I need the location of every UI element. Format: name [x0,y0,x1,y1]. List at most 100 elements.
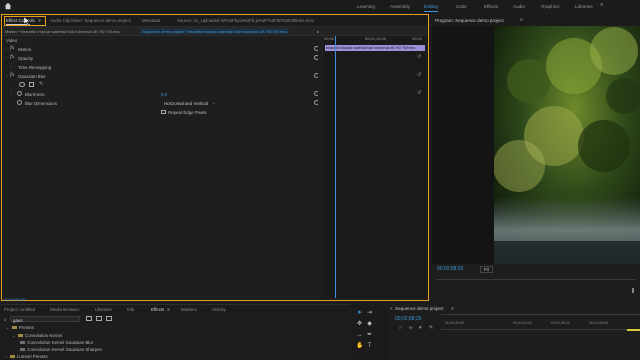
hand-tool-icon[interactable]: ✋ [356,343,363,350]
pen-mask-icon[interactable]: ✎ [39,81,43,87]
chevron-down-icon[interactable]: ⌄ [212,100,215,105]
tab-audio-clip-mixer[interactable]: Audio Clip Mixer: Sequence demo project [50,18,131,23]
tab-markers[interactable]: Markers [181,307,197,312]
effect-row-gaussian-blur[interactable]: ⌄ fx Gaussian Blur [2,72,322,80]
tab-metadata[interactable]: Metadata [142,18,160,23]
home-icon[interactable] [4,2,12,10]
ripple-edit-tool-icon[interactable]: ✥ [356,321,363,328]
master-clip-label[interactable]: Master * beautiful tropical waterfall ba… [5,29,120,34]
tab-history[interactable]: History [212,307,226,312]
tab-effects[interactable]: Effects [151,307,164,312]
fx-icon[interactable]: fx [10,55,14,60]
slip-tool-icon[interactable]: ↔ [356,332,363,339]
effect-timeline-ruler[interactable]: 00;00 00;01;12;00 00;03 [323,36,427,44]
track-select-tool-icon[interactable]: ⇥ [366,310,373,317]
work-area-bar[interactable] [627,329,640,331]
twirl-open-icon[interactable]: ⌄ [12,333,15,338]
program-monitor-title[interactable]: Program: Sequence demo project [435,18,504,23]
close-icon[interactable]: × [390,306,393,311]
workspace-tab-color[interactable]: Color [456,4,467,9]
reset-icon[interactable] [314,73,319,78]
razor-tool-icon[interactable]: ◆ [366,321,373,328]
effect-row-motion[interactable]: › fx Motion [2,45,322,53]
tab-effect-controls[interactable]: Effect Controls [6,18,35,23]
tab-media-browser[interactable]: Media Browser [50,307,79,312]
sequence-timecode[interactable]: 00;02;58;25 [395,316,421,322]
32bit-effects-icon[interactable] [96,316,102,321]
tree-item-presets[interactable]: ⌄ Presets [6,325,206,331]
type-tool-icon[interactable]: T [366,343,373,350]
workspace-tab-graphics[interactable]: Graphics [541,4,559,9]
twirl-icon[interactable]: › [6,354,7,359]
twirl-icon[interactable]: › [5,46,7,51]
add-marker-icon[interactable]: ▾ [419,325,422,331]
yuv-effects-icon[interactable] [106,316,112,321]
snap-icon[interactable]: ∩ [399,325,403,331]
reset-icon[interactable] [314,55,319,60]
rectangle-mask-icon[interactable] [29,82,34,87]
reset-icon[interactable] [314,91,319,96]
program-scrubber[interactable] [436,279,636,280]
sequence-tab[interactable]: Sequence demo project [395,306,444,311]
selection-tool-icon[interactable]: ➤ [356,310,363,317]
sequence-scroll-track[interactable] [441,314,640,315]
workspace-tab-editing[interactable]: Editing [424,4,438,9]
ruler-tick-label: 00;02;08;04 [589,321,608,325]
linked-selection-icon[interactable]: ∞ [409,325,413,331]
blurriness-value[interactable]: 0.0 [161,92,167,97]
reset-icon[interactable]: ↺ [417,72,421,78]
expand-arrow-icon[interactable]: ▸ [317,29,319,34]
repeat-edge-checkbox[interactable] [161,109,166,114]
twirl-icon[interactable]: › [5,55,7,60]
workspaces-overflow-button[interactable]: » [600,2,603,8]
reset-icon[interactable]: ↺ [417,90,421,96]
effect-row-opacity[interactable]: › fx Opacity [2,54,322,62]
ellipse-mask-icon[interactable] [19,82,25,87]
clip-bar[interactable]: beautiful tropical waterfall bali indone… [325,45,425,51]
tab-menu-icon[interactable]: ≡ [38,18,41,23]
accelerated-effects-icon[interactable] [86,316,92,321]
panel-menu-icon[interactable]: ≡ [451,306,454,312]
tab-info[interactable]: Info [127,307,134,312]
stopwatch-icon[interactable] [17,100,22,105]
pen-tool-icon[interactable]: ✒ [366,332,373,339]
twirl-icon[interactable]: › [10,64,12,69]
sequence-clip-label[interactable]: Sequence demo project * beautiful tropic… [140,28,290,34]
workspace-tab-effects[interactable]: Effects [484,4,498,9]
program-scroll-handle[interactable] [632,288,634,293]
tab-menu-icon[interactable]: ≡ [167,307,170,312]
effects-search-input[interactable]: gaus [10,316,80,323]
fx-icon[interactable]: fx [10,46,14,51]
twirl-icon[interactable]: › [10,91,12,96]
tab-libraries[interactable]: Libraries [95,307,112,312]
tree-item-gaussian-sharpen-preset[interactable]: Convolution Kernel Gaussian Sharpen [20,347,220,353]
stopwatch-icon[interactable] [17,91,22,96]
workspace-tab-audio[interactable]: Audio [513,4,525,9]
workspace-tab-libraries[interactable]: Libraries [575,4,593,9]
zoom-fit-select[interactable]: Fit [480,266,493,273]
reset-icon[interactable]: ↺ [417,54,421,60]
workspace-tab-assembly[interactable]: Assembly [390,4,410,9]
panel-menu-icon[interactable]: ≡ [520,17,523,23]
reset-icon[interactable] [314,46,319,51]
param-row-blurriness: › Blurriness 0.0 [2,90,322,98]
tree-item-gaussian-blur-preset[interactable]: Convolution Kernel Gaussian Blur [20,340,220,346]
twirl-open-icon[interactable]: ⌄ [5,73,9,79]
mouse-cursor-icon [24,17,30,25]
twirl-open-icon[interactable]: ⌄ [6,325,9,330]
effect-row-time-remapping[interactable]: › Time Remapping [2,63,322,71]
wrench-icon[interactable]: ✎ [429,325,433,331]
fx-icon[interactable]: fx [10,73,14,78]
tab-source[interactable]: Source: 21_Uploaded Wi%2Fbyia%2Fb.js%2F%… [177,18,314,23]
blur-dimensions-select[interactable]: Horizontal and Vertical [164,101,208,106]
current-timecode[interactable]: 00;02;58;25 [4,297,25,302]
tree-item-convolution-kernel[interactable]: ⌄ Convolution Kernel [12,333,212,339]
ruler-tick-label: 00;00;32;00 [445,321,464,325]
program-timecode[interactable]: 00;02;58;25 [437,266,463,272]
workspace-tab-learning[interactable]: Learning [357,4,375,9]
tree-item-lumetri-presets[interactable]: › Lumetri Presets [6,354,206,360]
tab-project[interactable]: Project: Untitled [4,307,35,312]
reset-icon[interactable] [314,100,319,105]
playhead[interactable] [335,36,336,298]
effect-controls-timeline[interactable]: 00;00 00;01;12;00 00;03 beautiful tropic… [323,36,427,298]
